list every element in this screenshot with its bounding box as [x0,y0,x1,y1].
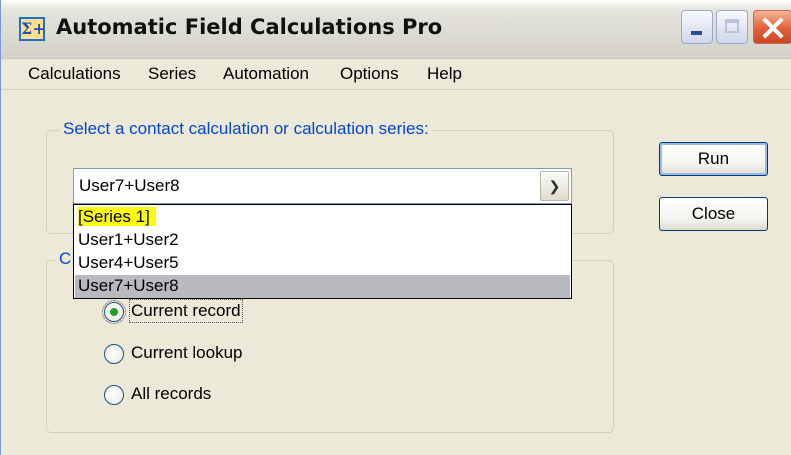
maximize-button[interactable] [716,10,748,44]
combobox-value: User7+User8 [79,176,180,195]
calculation-dropdown-list[interactable]: [Series 1] User1+User2 User4+User5 User7… [73,204,572,299]
run-button[interactable]: Run [659,142,768,176]
current-record-label[interactable]: Current record [129,299,243,323]
window-title: Automatic Field Calculations Pro [56,15,443,39]
calculation-combobox[interactable]: User7+User8 ❯ [73,168,572,204]
menu-bar: Calculations Series Automation Options H… [1,59,791,90]
close-window-button[interactable] [753,10,791,44]
dropdown-option-label: [Series 1] [78,207,156,226]
current-lookup-label[interactable]: Current lookup [131,343,243,363]
all-records-label[interactable]: All records [131,384,211,404]
menu-automation[interactable]: Automation [223,64,309,84]
dropdown-option-user1-user2[interactable]: User1+User2 [75,229,570,252]
current-lookup-radio[interactable] [104,344,124,364]
title-bar[interactable]: Σ+ Automatic Field Calculations Pro [1,0,791,59]
dropdown-option-series-1[interactable]: [Series 1] [75,206,570,229]
calculation-select-legend: Select a contact calculation or calculat… [59,119,433,139]
sigma-plus-icon: Σ+ [19,17,46,41]
current-record-radio[interactable] [102,300,126,324]
all-records-radio[interactable] [104,385,124,405]
app-window: Σ+ Automatic Field Calculations Pro Calc… [0,0,791,455]
chevron-down-icon[interactable]: ❯ [540,171,569,201]
close-button[interactable]: Close [659,197,768,231]
dropdown-option-user4-user5[interactable]: User4+User5 [75,252,570,275]
dropdown-option-user7-user8[interactable]: User7+User8 [75,275,570,298]
menu-calculations[interactable]: Calculations [28,64,121,84]
menu-series[interactable]: Series [148,64,196,84]
menu-options[interactable]: Options [340,64,399,84]
menu-help[interactable]: Help [427,64,462,84]
minimize-button[interactable] [681,10,713,44]
